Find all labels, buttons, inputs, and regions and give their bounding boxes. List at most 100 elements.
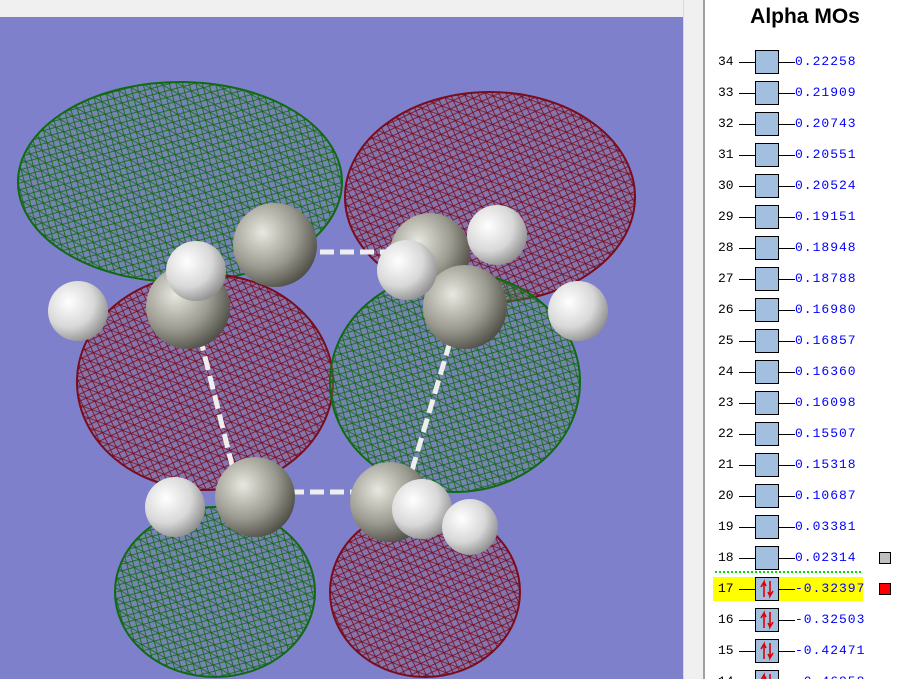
level-line bbox=[779, 310, 795, 311]
level-line bbox=[739, 186, 755, 187]
mo-number: 34 bbox=[718, 54, 734, 69]
mo-level-box[interactable] bbox=[755, 422, 779, 446]
mo-number: 18 bbox=[718, 550, 734, 565]
splitter[interactable] bbox=[683, 0, 704, 679]
level-line bbox=[779, 403, 795, 404]
mo-row-16[interactable]: 16 -0.32503 bbox=[713, 608, 903, 632]
mo-level-box[interactable] bbox=[755, 608, 779, 632]
mo-row-17[interactable]: 17 -0.32397 bbox=[713, 577, 903, 601]
level-line bbox=[739, 496, 755, 497]
level-line bbox=[739, 620, 755, 621]
mo-row-20[interactable]: 20 0.10687 bbox=[713, 484, 903, 508]
lobe-green-bottom-left bbox=[114, 506, 316, 678]
mo-level-box[interactable] bbox=[755, 143, 779, 167]
mo-level-box[interactable] bbox=[755, 546, 779, 570]
mo-row-21[interactable]: 21 0.15318 bbox=[713, 453, 903, 477]
level-line bbox=[739, 558, 755, 559]
electron-pair-icon bbox=[760, 672, 771, 679]
level-line bbox=[779, 465, 795, 466]
level-line bbox=[779, 93, 795, 94]
mo-number: 14 bbox=[718, 674, 734, 679]
mo-level-box[interactable] bbox=[755, 267, 779, 291]
mo-level-box[interactable] bbox=[755, 577, 779, 601]
mo-level-box[interactable] bbox=[755, 112, 779, 136]
mo-row-32[interactable]: 32 0.20743 bbox=[713, 112, 903, 136]
mo-level-box[interactable] bbox=[755, 81, 779, 105]
level-line bbox=[739, 310, 755, 311]
mo-number: 21 bbox=[718, 457, 734, 472]
mo-level-box[interactable] bbox=[755, 670, 779, 679]
mo-energy: -0.42471 bbox=[795, 643, 866, 658]
mo-number: 30 bbox=[718, 178, 734, 193]
mo-row-23[interactable]: 23 0.16098 bbox=[713, 391, 903, 415]
mo-energy: 0.15507 bbox=[795, 426, 857, 441]
level-line bbox=[779, 248, 795, 249]
mo-energy: 0.20743 bbox=[795, 116, 857, 131]
mo-energy: 0.18788 bbox=[795, 271, 857, 286]
mo-energy: 0.03381 bbox=[795, 519, 857, 534]
mo-level-box[interactable] bbox=[755, 329, 779, 353]
level-line bbox=[779, 558, 795, 559]
mo-row-22[interactable]: 22 0.15507 bbox=[713, 422, 903, 446]
mo-row-33[interactable]: 33 0.21909 bbox=[713, 81, 903, 105]
level-line bbox=[739, 93, 755, 94]
mo-row-31[interactable]: 31 0.20551 bbox=[713, 143, 903, 167]
level-line bbox=[739, 155, 755, 156]
mo-row-26[interactable]: 26 0.16980 bbox=[713, 298, 903, 322]
mo-row-19[interactable]: 19 0.03381 bbox=[713, 515, 903, 539]
level-line bbox=[779, 434, 795, 435]
mo-row-29[interactable]: 29 0.19151 bbox=[713, 205, 903, 229]
mo-level-box[interactable] bbox=[755, 484, 779, 508]
molecule-viewport[interactable] bbox=[0, 17, 683, 679]
mo-number: 24 bbox=[718, 364, 734, 379]
mo-level-box[interactable] bbox=[755, 515, 779, 539]
mo-level-box[interactable] bbox=[755, 360, 779, 384]
mo-number: 16 bbox=[718, 612, 734, 627]
level-line bbox=[739, 651, 755, 652]
mo-row-14[interactable]: 14 -0.46858 bbox=[713, 670, 903, 679]
mo-energy: -0.32503 bbox=[795, 612, 866, 627]
level-line bbox=[779, 372, 795, 373]
level-line bbox=[779, 651, 795, 652]
mo-row-15[interactable]: 15 -0.42471 bbox=[713, 639, 903, 663]
level-line bbox=[779, 496, 795, 497]
mo-level-box[interactable] bbox=[755, 174, 779, 198]
mo-energy: 0.02314 bbox=[795, 550, 857, 565]
level-line bbox=[739, 248, 755, 249]
mo-energy: 0.16098 bbox=[795, 395, 857, 410]
mo-energy: 0.22258 bbox=[795, 54, 857, 69]
level-line bbox=[739, 124, 755, 125]
mo-energy: 0.20524 bbox=[795, 178, 857, 193]
level-line bbox=[779, 124, 795, 125]
homo-lumo-gap-divider bbox=[715, 571, 861, 573]
mo-number: 31 bbox=[718, 147, 734, 162]
level-line bbox=[779, 217, 795, 218]
mo-level-box[interactable] bbox=[755, 298, 779, 322]
mo-number: 27 bbox=[718, 271, 734, 286]
mo-energy: -0.32397 bbox=[795, 581, 866, 596]
surface-marker[interactable] bbox=[879, 552, 891, 564]
electron-pair-icon bbox=[760, 579, 774, 599]
surface-marker[interactable] bbox=[879, 583, 891, 595]
mo-row-18[interactable]: 18 0.02314 bbox=[713, 546, 903, 570]
mo-level-box[interactable] bbox=[755, 50, 779, 74]
mo-level-box[interactable] bbox=[755, 639, 779, 663]
mo-energy: 0.15318 bbox=[795, 457, 857, 472]
mo-level-box[interactable] bbox=[755, 236, 779, 260]
mo-number: 23 bbox=[718, 395, 734, 410]
mo-row-30[interactable]: 30 0.20524 bbox=[713, 174, 903, 198]
level-line bbox=[779, 155, 795, 156]
mo-row-28[interactable]: 28 0.18948 bbox=[713, 236, 903, 260]
mo-number: 32 bbox=[718, 116, 734, 131]
mo-number: 28 bbox=[718, 240, 734, 255]
mo-row-25[interactable]: 25 0.16857 bbox=[713, 329, 903, 353]
mo-level-box[interactable] bbox=[755, 205, 779, 229]
level-line bbox=[739, 217, 755, 218]
mo-row-24[interactable]: 24 0.16360 bbox=[713, 360, 903, 384]
mo-row-34[interactable]: 34 0.22258 bbox=[713, 50, 903, 74]
mo-number: 19 bbox=[718, 519, 734, 534]
mo-row-27[interactable]: 27 0.18788 bbox=[713, 267, 903, 291]
panel-title: Alpha MOs bbox=[750, 5, 860, 28]
mo-level-box[interactable] bbox=[755, 453, 779, 477]
mo-level-box[interactable] bbox=[755, 391, 779, 415]
